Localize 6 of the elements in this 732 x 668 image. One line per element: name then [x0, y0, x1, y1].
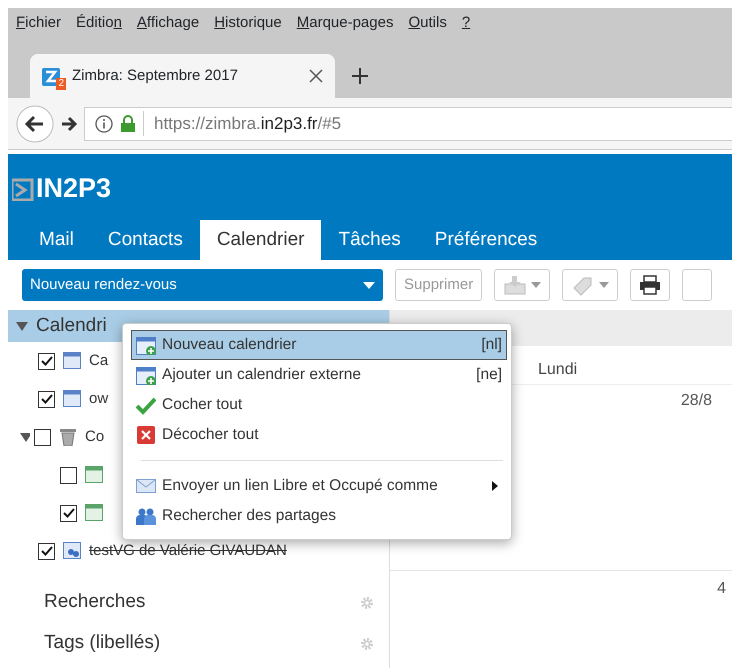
date-label: 28/8 — [680, 392, 712, 409]
date-label: 4 — [717, 580, 726, 597]
url-text: https://zimbra.in2p3.fr/#5 — [143, 110, 342, 136]
tab-title: Zimbra: Septembre 2017 — [72, 66, 238, 86]
day-name: Lundi — [538, 361, 578, 378]
logo-text: IN2P3 — [36, 172, 112, 205]
